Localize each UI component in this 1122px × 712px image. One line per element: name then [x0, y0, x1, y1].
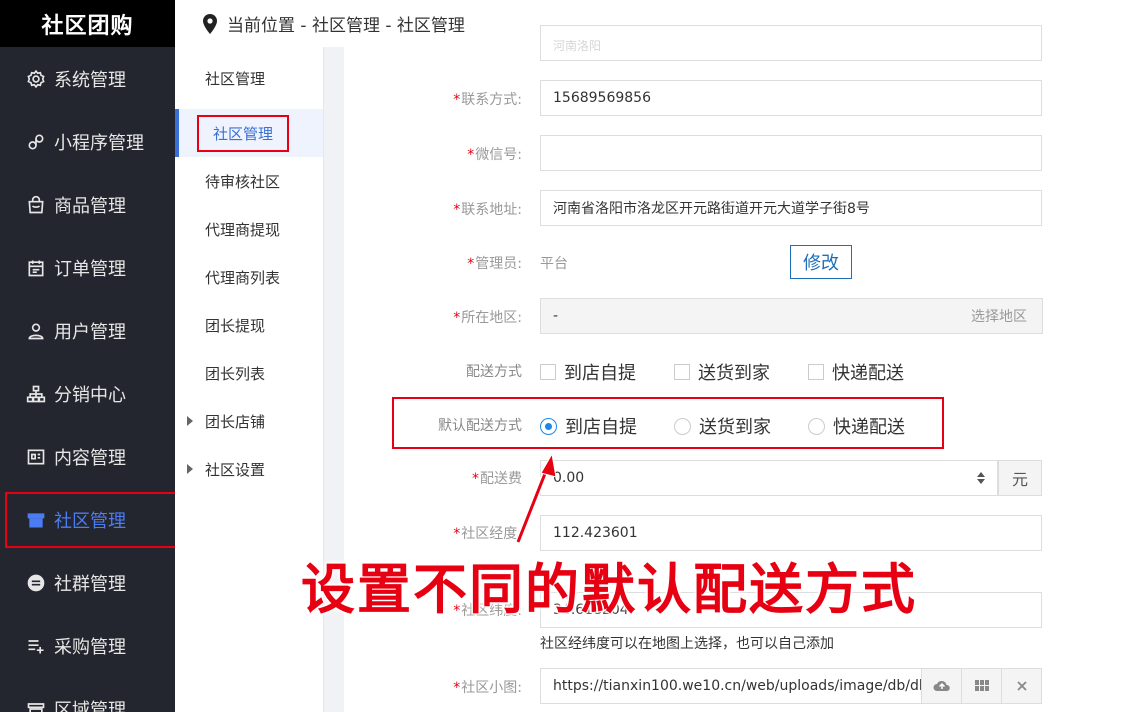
radio	[674, 417, 691, 435]
edit-admin-button[interactable]: 修改	[790, 245, 852, 279]
calendar-icon	[26, 258, 46, 278]
upload-button[interactable]	[922, 668, 962, 704]
main-sidebar: 社区团购 系统管理 小程序管理 商品管理 订单管理 用户管理 分销中心 内容管理…	[0, 0, 175, 712]
group-icon	[26, 573, 46, 593]
submenu-title: 社区管理	[205, 69, 266, 88]
fee-unit: 元	[998, 460, 1042, 496]
submenu-item-leader-withdraw[interactable]: 团长提现	[175, 301, 323, 349]
submenu-item-agent-withdraw[interactable]: 代理商提现	[175, 205, 323, 253]
submenu-item-label: 社区设置	[205, 460, 266, 479]
sidebar-item-group[interactable]: 社群管理	[0, 551, 175, 614]
user-icon	[26, 321, 46, 341]
sidebar-item-purchase[interactable]: 采购管理	[0, 614, 175, 677]
submenu-item-leader-shop[interactable]: 团长店铺	[175, 397, 323, 445]
longitude-label: *社区经度:	[453, 526, 522, 542]
submenu-item-pending[interactable]: 待审核社区	[175, 157, 323, 205]
contact-label: *联系方式:	[453, 92, 522, 108]
wechat-label: *微信号:	[467, 147, 522, 163]
miniapp-icon	[26, 132, 46, 152]
default-delivery-option-home[interactable]: 送货到家	[674, 413, 771, 439]
submenu-item-label: 团长店铺	[205, 412, 266, 431]
sidebar-item-label: 订单管理	[54, 258, 126, 280]
delivery-option-home[interactable]: 送货到家	[674, 359, 770, 385]
expand-triangle-icon	[187, 416, 193, 426]
default-delivery-option-express[interactable]: 快递配送	[808, 413, 905, 439]
sidebar-item-community[interactable]: 社区管理	[0, 488, 175, 551]
checkbox	[808, 364, 824, 380]
delivery-label: 配送方式	[466, 364, 522, 380]
delivery-option-express[interactable]: 快递配送	[808, 359, 904, 385]
admin-value: 平台	[540, 256, 568, 272]
bag-icon	[26, 195, 46, 215]
sidebar-item-label: 内容管理	[54, 447, 126, 469]
checkbox	[674, 364, 690, 380]
submenu-item-label: 代理商提现	[205, 220, 281, 239]
delivery-option-pickup[interactable]: 到店自提	[540, 359, 636, 385]
address-input[interactable]: 河南省洛阳市洛龙区开元路街道开元大道学子街8号	[540, 190, 1042, 226]
sidebar-item-label: 商品管理	[54, 195, 126, 217]
sidebar-item-distribution[interactable]: 分销中心	[0, 362, 175, 425]
checkbox	[540, 364, 556, 380]
clear-button[interactable]	[1002, 668, 1042, 704]
grid-icon	[974, 680, 989, 691]
cloud-upload-icon	[933, 680, 950, 691]
address-label: *联系地址:	[453, 202, 522, 218]
submenu-item-leader-list[interactable]: 团长列表	[175, 349, 323, 397]
submenu-item-label: 社区管理	[196, 114, 290, 152]
store-icon	[26, 510, 46, 530]
sidebar-item-label: 用户管理	[54, 321, 126, 343]
sidebar-item-content[interactable]: 内容管理	[0, 425, 175, 488]
sidebar-item-label: 分销中心	[54, 384, 126, 406]
sidebar-item-label: 小程序管理	[54, 132, 144, 154]
sidebar-item-label: 社群管理	[54, 573, 126, 595]
org-icon	[26, 384, 46, 404]
fee-stepper[interactable]	[974, 468, 988, 488]
sidebar-item-orders[interactable]: 订单管理	[0, 236, 175, 299]
submenu-item-agent-list[interactable]: 代理商列表	[175, 253, 323, 301]
sidebar-item-label: 区域管理	[54, 699, 126, 712]
image-label: *社区小图:	[453, 680, 522, 696]
admin-label: *管理员:	[467, 256, 522, 272]
sidebar-item-users[interactable]: 用户管理	[0, 299, 175, 362]
submenu-item-label: 团长列表	[205, 364, 266, 383]
partial-input[interactable]: 河南洛阳	[540, 25, 1042, 61]
sidebar-item-label: 社区管理	[54, 510, 126, 532]
fee-input[interactable]: 0.00	[540, 460, 998, 496]
gallery-button[interactable]	[962, 668, 1002, 704]
region-label: *所在地区:	[453, 310, 522, 326]
region-input: -	[540, 298, 956, 334]
sidebar-item-miniapp[interactable]: 小程序管理	[0, 110, 175, 173]
default-delivery-label: 默认配送方式	[438, 418, 522, 434]
region-icon	[26, 699, 46, 712]
radio	[808, 417, 825, 435]
submenu-item-community-settings[interactable]: 社区设置	[175, 445, 323, 493]
image-url-input[interactable]: https://tianxin100.we10.cn/web/uploads/i…	[540, 668, 922, 704]
submenu-item-community[interactable]: 社区管理	[175, 109, 323, 157]
app-logo: 社区团购	[0, 0, 175, 47]
wechat-input[interactable]	[540, 135, 1042, 171]
article-icon	[26, 447, 46, 467]
radio-selected	[540, 417, 557, 435]
sidebar-item-region[interactable]: 区域管理	[0, 677, 175, 712]
gear-icon	[26, 69, 46, 89]
expand-triangle-icon	[187, 464, 193, 474]
fee-label: *配送费	[472, 471, 522, 487]
sidebar-item-system[interactable]: 系统管理	[0, 47, 175, 110]
default-delivery-option-pickup[interactable]: 到店自提	[540, 413, 637, 439]
sidebar-item-goods[interactable]: 商品管理	[0, 173, 175, 236]
close-icon	[1016, 681, 1027, 691]
submenu-item-label: 代理商列表	[205, 268, 281, 287]
select-region-button[interactable]: 选择地区	[956, 298, 1043, 334]
breadcrumb: 当前位置 - 社区管理 - 社区管理	[227, 16, 465, 36]
annotation-text: 设置不同的默认配送方式	[300, 557, 917, 622]
sidebar-item-label: 系统管理	[54, 69, 126, 91]
contact-input[interactable]: 15689569856	[540, 80, 1042, 116]
purchase-icon	[26, 636, 46, 656]
sidebar-item-label: 采购管理	[54, 636, 126, 658]
coord-hint: 社区经纬度可以在地图上选择，也可以自己添加	[540, 636, 834, 652]
location-pin-icon	[203, 13, 217, 34]
submenu-item-label: 待审核社区	[205, 172, 281, 191]
submenu-item-label: 团长提现	[205, 316, 266, 335]
partial-input-value: 河南洛阳	[553, 39, 602, 53]
